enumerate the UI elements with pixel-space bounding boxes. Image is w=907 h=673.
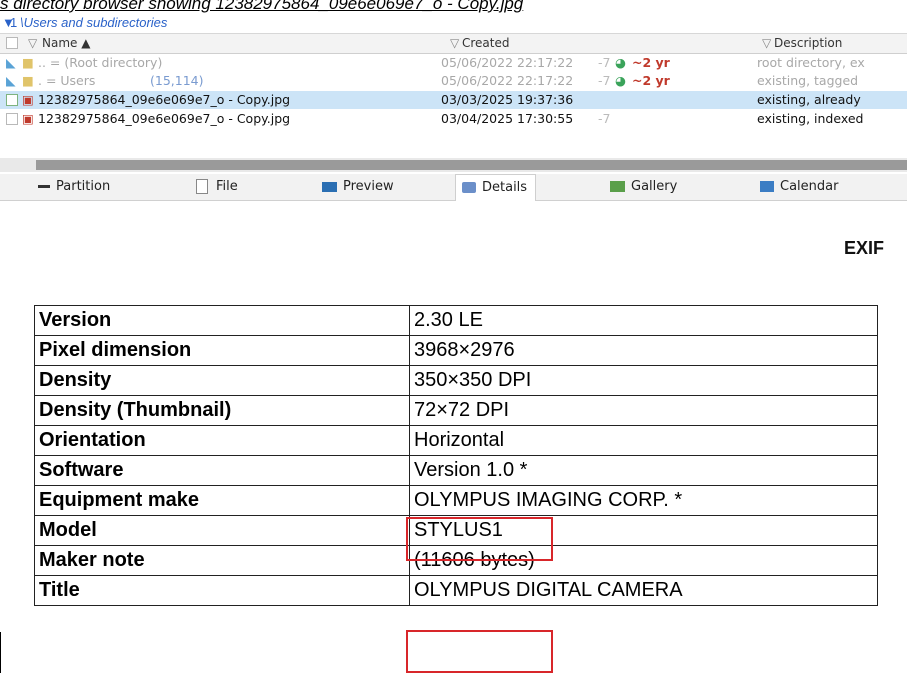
- folder-icon: ■: [22, 55, 34, 70]
- tab-label: Details: [482, 180, 528, 195]
- column-filter-icon[interactable]: ▽: [762, 36, 771, 50]
- gallery-icon: [610, 181, 625, 192]
- column-header-created[interactable]: Created: [462, 36, 510, 50]
- folder-up-icon: ◣: [6, 73, 16, 88]
- tab-label: Preview: [343, 179, 394, 194]
- minus-icon: [38, 185, 50, 188]
- highlight-box-olympus-make: [406, 517, 553, 561]
- file-description: existing, indexed: [757, 111, 864, 126]
- filter-bar[interactable]: ▼ 1 \Users and subdirectories: [0, 13, 907, 34]
- table-row: Equipment make OLYMPUS IMAGING CORP. *: [34, 485, 878, 516]
- tab-file[interactable]: File: [196, 174, 238, 200]
- divider: [0, 632, 1, 673]
- filter-path: \Users and subdirectories: [20, 15, 168, 30]
- age-suffix: -7: [598, 55, 611, 70]
- tab-label: Calendar: [780, 179, 839, 194]
- age-globe-icon: ◕: [615, 73, 626, 88]
- scrollbar-thumb[interactable]: [36, 160, 907, 170]
- file-count: (15,114): [150, 73, 204, 88]
- column-header-row: ▽ Name ▲ ▽ Created ▽ Description: [0, 34, 907, 54]
- column-filter-icon[interactable]: ▽: [450, 36, 459, 50]
- file-created: 05/06/2022 22:17:22: [441, 73, 574, 88]
- folder-icon: ■: [22, 73, 34, 88]
- filter-count: 1: [10, 15, 18, 30]
- file-icon: [196, 179, 208, 194]
- exif-key: Orientation: [34, 425, 410, 456]
- exif-key: Pixel dimension: [34, 335, 410, 366]
- file-row-selected[interactable]: ▣ 12382975864_09e6e069e7_o - Copy.jpg 03…: [0, 91, 907, 109]
- tab-label: Partition: [56, 179, 111, 194]
- age-suffix: -7: [598, 111, 611, 126]
- exif-key: Density: [34, 365, 410, 396]
- exif-value: Horizontal: [409, 425, 878, 456]
- file-name: . = Users: [38, 73, 96, 88]
- age-globe-icon: ◕: [615, 55, 626, 70]
- exif-key: Maker note: [34, 545, 410, 576]
- file-row[interactable]: ◣ ■ .. = (Root directory) 05/06/2022 22:…: [0, 54, 907, 72]
- age-suffix: -7: [598, 73, 611, 88]
- exif-value: OLYMPUS DIGITAL CAMERA: [409, 575, 878, 606]
- tab-details[interactable]: Details: [455, 174, 537, 201]
- image-file-icon: ▣: [22, 92, 34, 107]
- tab-label: Gallery: [631, 179, 678, 194]
- horizontal-scrollbar[interactable]: [0, 158, 907, 172]
- column-header-name[interactable]: Name ▲: [42, 36, 90, 50]
- exif-value: 72×72 DPI: [409, 395, 878, 426]
- image-file-icon: ▣: [22, 111, 34, 126]
- exif-value: 3968×2976: [409, 335, 878, 366]
- exif-value: Version 1.0 *: [409, 455, 878, 486]
- table-row: Density 350×350 DPI: [34, 365, 878, 396]
- column-header-checkbox[interactable]: [6, 37, 18, 49]
- exif-key: Model: [34, 515, 410, 546]
- file-created: 03/04/2025 17:30:55: [441, 111, 574, 126]
- table-row: Pixel dimension 3968×2976: [34, 335, 878, 366]
- window-caption: s directory browser showing 12382975864_…: [0, 0, 524, 13]
- table-row: Title OLYMPUS DIGITAL CAMERA: [34, 575, 878, 606]
- file-name: .. = (Root directory): [38, 55, 163, 70]
- table-row: Version 2.30 LE: [34, 305, 878, 336]
- exif-key: Version: [34, 305, 410, 336]
- tab-gallery[interactable]: Gallery: [610, 174, 677, 200]
- table-row: Software Version 1.0 *: [34, 455, 878, 486]
- exif-key: Equipment make: [34, 485, 410, 516]
- row-checkbox[interactable]: [6, 113, 18, 125]
- folder-up-icon: ◣: [6, 55, 16, 70]
- table-row: Density (Thumbnail) 72×72 DPI: [34, 395, 878, 426]
- file-created: 05/06/2022 22:17:22: [441, 55, 574, 70]
- exif-key: Density (Thumbnail): [34, 395, 410, 426]
- file-name: 12382975864_09e6e069e7_o - Copy.jpg: [38, 92, 291, 107]
- file-description: existing, already: [757, 92, 861, 107]
- tab-label: File: [216, 179, 238, 194]
- exif-key: Title: [34, 575, 410, 606]
- info-panel-tabs: Partition File Preview Details Gallery C…: [0, 174, 907, 201]
- tab-partition[interactable]: Partition: [38, 174, 110, 200]
- calendar-icon: [760, 181, 774, 192]
- exif-key: Software: [34, 455, 410, 486]
- highlight-box-olympus-title: [406, 630, 553, 673]
- file-name: 12382975864_09e6e069e7_o - Copy.jpg: [38, 111, 291, 126]
- file-row[interactable]: ◣ ■ . = Users (15,114) 05/06/2022 22:17:…: [0, 72, 907, 90]
- tab-preview[interactable]: Preview: [322, 174, 394, 200]
- column-filter-icon[interactable]: ▽: [28, 36, 37, 50]
- preview-icon: [322, 181, 337, 192]
- file-age: ~2 yr: [632, 73, 670, 88]
- file-age: ~2 yr: [632, 55, 670, 70]
- table-row: Orientation Horizontal: [34, 425, 878, 456]
- details-icon: [462, 182, 476, 193]
- file-created: 03/03/2025 19:37:36: [441, 92, 574, 107]
- file-description: root directory, ex: [757, 55, 865, 70]
- exif-value: 350×350 DPI: [409, 365, 878, 396]
- file-description: existing, tagged: [757, 73, 859, 88]
- file-row[interactable]: ▣ 12382975864_09e6e069e7_o - Copy.jpg 03…: [0, 110, 907, 128]
- tab-calendar[interactable]: Calendar: [760, 174, 838, 200]
- row-checkbox[interactable]: [6, 94, 18, 106]
- exif-value: OLYMPUS IMAGING CORP. *: [409, 485, 878, 516]
- column-header-description[interactable]: Description: [774, 36, 842, 50]
- exif-value: 2.30 LE: [409, 305, 878, 336]
- exif-heading: EXIF: [844, 238, 885, 258]
